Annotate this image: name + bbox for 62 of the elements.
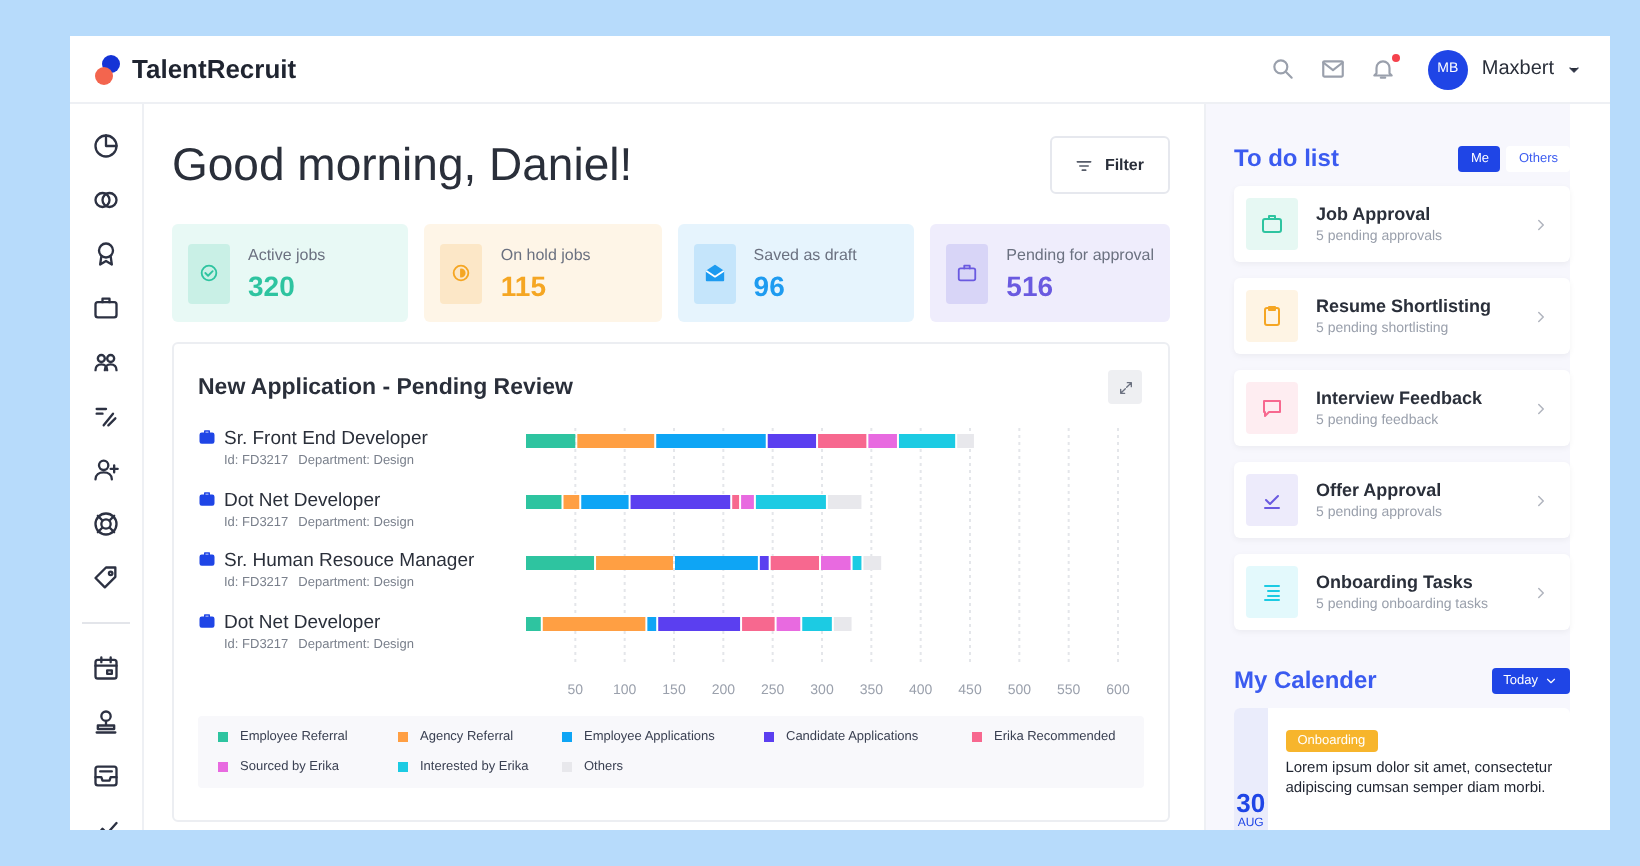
envelope-icon — [703, 262, 726, 284]
pie-icon — [450, 262, 473, 284]
briefcase-icon — [1260, 212, 1284, 236]
briefcase-icon — [956, 262, 979, 284]
stat-label: On hold jobs — [500, 245, 591, 263]
job-title[interactable]: Dot Net Developer — [224, 489, 514, 513]
chat-icon — [1260, 396, 1284, 420]
chart-title: New Application - Pending Review — [198, 375, 573, 399]
chevron-right-icon — [1532, 583, 1550, 601]
chevron-right-icon — [1532, 307, 1550, 325]
inbox-icon[interactable] — [92, 762, 120, 790]
event-day: 30 — [1236, 788, 1266, 818]
todo-item-title: Offer Approval — [1316, 480, 1444, 500]
award-icon[interactable] — [92, 240, 120, 268]
people-icon[interactable] — [92, 348, 120, 376]
chevron-right-icon — [1532, 491, 1550, 509]
expand-button[interactable] — [1108, 370, 1142, 404]
stat-label: Active jobs — [248, 245, 326, 263]
expand-icon — [1117, 379, 1133, 395]
dashboard-icon[interactable] — [92, 132, 120, 160]
calendar-title: My Calender — [1234, 666, 1377, 694]
stat-value: 115 — [500, 269, 548, 301]
filter-button[interactable]: Filter — [1050, 136, 1170, 194]
stat-label: Pending for approval — [1006, 245, 1154, 263]
calendar-icon[interactable] — [92, 654, 120, 682]
briefcase-icon[interactable] — [92, 294, 120, 322]
stat-value: 96 — [753, 269, 787, 301]
user-menu[interactable]: Maxbert — [1481, 58, 1554, 80]
briefcase-icon — [198, 550, 216, 568]
check-circle-icon — [198, 262, 220, 284]
todo-item-title: Resume Shortlisting — [1316, 296, 1494, 316]
add-user-icon[interactable] — [92, 456, 120, 484]
briefcase-icon — [198, 428, 216, 446]
list-icon — [1260, 580, 1284, 604]
stamp-icon[interactable] — [92, 708, 120, 736]
signal-icon[interactable] — [92, 402, 120, 430]
job-title[interactable]: Sr. Front End Developer — [224, 428, 514, 452]
greeting-heading: Good morning, Daniel! — [172, 138, 633, 192]
chevron-right-icon — [1532, 215, 1550, 233]
filter-icon — [1074, 155, 1095, 175]
briefcase-icon — [198, 611, 216, 629]
clipboard-icon — [1260, 304, 1284, 328]
tag-icon[interactable] — [92, 564, 120, 592]
job-title[interactable]: Dot Net Developer — [224, 611, 514, 635]
job-title[interactable]: Sr. Human Resouce Manager — [224, 550, 514, 574]
mail-icon[interactable] — [1319, 56, 1346, 82]
stat-value: 320 — [248, 269, 297, 301]
todo-item-title: Interview Feedback — [1316, 388, 1485, 408]
todo-title: To do list — [1234, 144, 1339, 172]
briefcase-icon — [198, 489, 216, 507]
rings-icon[interactable] — [92, 186, 120, 214]
stat-label: Saved as draft — [753, 245, 857, 263]
todo-item-title: Job Approval — [1316, 204, 1433, 224]
caret-icon — [1544, 673, 1558, 687]
todo-item-title: Onboarding Tasks — [1316, 572, 1475, 592]
logo-icon — [94, 53, 122, 85]
chevron-right-icon — [1532, 399, 1550, 417]
brand-name: TalentRecruit — [132, 54, 299, 84]
lifebuoy-icon[interactable] — [92, 510, 120, 538]
notification-icon[interactable] — [1369, 56, 1396, 82]
stat-value: 516 — [1006, 269, 1056, 301]
search-icon[interactable] — [1269, 56, 1296, 82]
